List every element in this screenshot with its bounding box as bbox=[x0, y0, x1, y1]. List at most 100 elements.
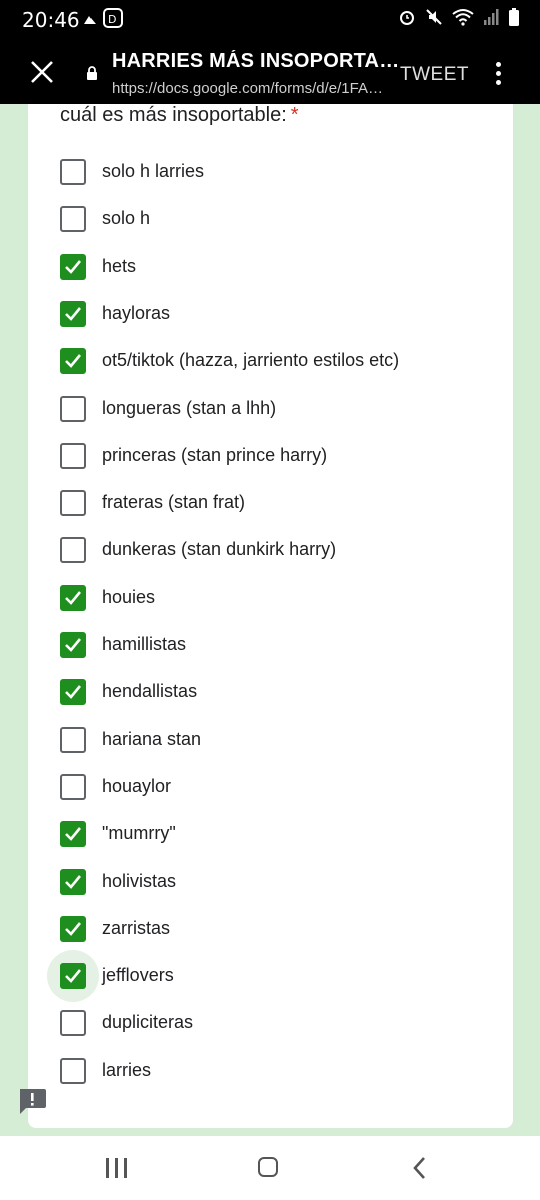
checkmark-icon bbox=[65, 827, 82, 842]
question-text: cuál es más insoportable: bbox=[60, 104, 287, 126]
checkbox-unchecked[interactable] bbox=[60, 726, 86, 753]
checkbox-option[interactable]: hariana stan bbox=[60, 720, 490, 760]
option-label: princeras (stan prince harry) bbox=[102, 444, 328, 465]
option-label: longueras (stan a lhh) bbox=[102, 397, 277, 418]
option-label: zarristas bbox=[102, 917, 171, 938]
tweet-button[interactable]: TWEET bbox=[400, 64, 469, 86]
option-label: houaylor bbox=[102, 775, 172, 796]
cloud-icon bbox=[84, 16, 96, 24]
option-label: larries bbox=[102, 1059, 152, 1080]
checkbox-option[interactable]: hendallistas bbox=[60, 672, 490, 712]
checkbox-option[interactable]: solo h larries bbox=[60, 152, 490, 192]
checkbox-option[interactable]: jefflovers bbox=[47, 950, 490, 1003]
checkbox-unchecked[interactable] bbox=[60, 206, 86, 233]
navigation-bar bbox=[0, 1136, 540, 1200]
disney-plus-icon: D bbox=[103, 8, 124, 28]
option-label: hariana stan bbox=[102, 728, 202, 749]
checkbox-option[interactable]: ot5/tiktok (hazza, jarriento estilos etc… bbox=[60, 341, 490, 381]
checkmark-icon bbox=[65, 354, 82, 369]
checkbox-checked[interactable] bbox=[60, 348, 86, 375]
status-bar: 20:46 D bbox=[0, 0, 540, 40]
checkbox-unchecked[interactable] bbox=[60, 395, 86, 422]
checkmark-icon bbox=[65, 874, 82, 889]
report-button[interactable] bbox=[17, 1087, 47, 1115]
home-button[interactable] bbox=[258, 1157, 278, 1177]
checkbox-checked[interactable] bbox=[60, 821, 86, 848]
checkbox-option[interactable]: longueras (stan a lhh) bbox=[60, 389, 490, 429]
checkbox-option[interactable]: dunkeras (stan dunkirk harry) bbox=[60, 530, 490, 570]
mute-icon bbox=[426, 9, 442, 25]
recents-button[interactable] bbox=[106, 1158, 128, 1178]
checkbox-option[interactable]: solo h bbox=[60, 199, 490, 239]
option-label: hamillistas bbox=[102, 634, 187, 654]
checkbox-unchecked[interactable] bbox=[60, 537, 86, 564]
close-button[interactable] bbox=[26, 56, 58, 88]
checkbox-checked[interactable] bbox=[60, 632, 86, 658]
checkmark-icon bbox=[65, 921, 82, 936]
checkbox-checked[interactable] bbox=[60, 868, 86, 895]
option-label: ot5/tiktok (hazza, jarriento estilos etc… bbox=[102, 350, 400, 371]
checkbox-option[interactable]: dupliciteras bbox=[60, 1003, 490, 1043]
status-right-icons bbox=[398, 8, 520, 31]
checkbox-checked[interactable] bbox=[60, 300, 86, 327]
page-url: https://docs.google.com/forms/d/e/1FA… bbox=[112, 80, 383, 97]
signal-icon bbox=[483, 9, 499, 25]
checkbox-option[interactable]: zarristas bbox=[60, 909, 490, 949]
more-options-button[interactable] bbox=[488, 62, 508, 88]
checkbox-option[interactable]: frateras (stan frat) bbox=[60, 483, 490, 523]
lock-icon bbox=[87, 66, 97, 80]
app-bar: HARRIES MÁS INSOPORTABL… https://docs.go… bbox=[0, 40, 540, 104]
more-vert-icon bbox=[495, 62, 501, 67]
checkbox-checked[interactable] bbox=[60, 584, 86, 611]
checkbox-unchecked[interactable] bbox=[60, 1010, 86, 1037]
question-title: cuál es más insoportable: * bbox=[60, 104, 299, 127]
checkbox-option[interactable]: hamillistas bbox=[60, 625, 490, 665]
option-label: solo h larries bbox=[102, 161, 205, 181]
checkmark-icon bbox=[65, 638, 82, 652]
page-title: HARRIES MÁS INSOPORTABL… bbox=[112, 50, 402, 72]
wifi-icon bbox=[452, 9, 474, 26]
recents-icon bbox=[106, 1158, 109, 1178]
option-label: hets bbox=[102, 255, 137, 276]
checkmark-icon bbox=[65, 307, 82, 321]
battery-icon bbox=[509, 8, 519, 26]
required-star: * bbox=[290, 104, 299, 126]
checkbox-option[interactable]: princeras (stan prince harry) bbox=[60, 436, 490, 476]
checkbox-option[interactable]: larries bbox=[60, 1051, 490, 1091]
form-card: cuál es más insoportable: * solo h larrie… bbox=[28, 104, 513, 1128]
checkbox-checked[interactable] bbox=[60, 679, 86, 706]
back-icon bbox=[413, 1157, 425, 1179]
checkbox-unchecked[interactable] bbox=[60, 490, 86, 517]
checkbox-checked[interactable] bbox=[60, 915, 86, 942]
svg-text:D: D bbox=[108, 13, 116, 26]
option-label: dunkeras (stan dunkirk harry) bbox=[102, 539, 337, 560]
checkmark-icon bbox=[65, 590, 82, 605]
checkbox-checked[interactable] bbox=[60, 253, 86, 280]
alarm-icon bbox=[399, 11, 414, 25]
checkbox-option[interactable]: holivistas bbox=[60, 862, 490, 902]
checkbox-option[interactable]: hets bbox=[60, 247, 490, 287]
back-button[interactable] bbox=[410, 1156, 430, 1180]
report-icon bbox=[20, 1089, 46, 1114]
checkbox-option[interactable]: houaylor bbox=[60, 767, 490, 807]
checkmark-icon bbox=[65, 685, 82, 700]
checkmark-icon bbox=[65, 259, 82, 274]
checkbox-option[interactable]: hayloras bbox=[60, 294, 490, 334]
option-label: dupliciteras bbox=[102, 1012, 194, 1033]
checkbox-option[interactable]: "mumrry" bbox=[60, 814, 490, 854]
option-label: houies bbox=[102, 586, 156, 607]
option-label: solo h bbox=[102, 208, 151, 229]
status-left-icons: D bbox=[80, 8, 124, 33]
checkbox-unchecked[interactable] bbox=[60, 773, 86, 800]
checkbox-unchecked[interactable] bbox=[60, 1057, 86, 1084]
option-label: hayloras bbox=[102, 302, 171, 323]
checkbox-option[interactable]: houies bbox=[60, 578, 490, 618]
checkbox-checked[interactable] bbox=[60, 963, 86, 990]
status-time: 20:46 bbox=[22, 8, 80, 32]
checkbox-unchecked[interactable] bbox=[60, 159, 86, 185]
checkbox-unchecked[interactable] bbox=[60, 442, 86, 469]
option-label: frateras (stan frat) bbox=[102, 492, 246, 513]
close-icon bbox=[31, 61, 53, 83]
option-label: jefflovers bbox=[102, 965, 174, 986]
option-label: "mumrry" bbox=[102, 823, 176, 844]
